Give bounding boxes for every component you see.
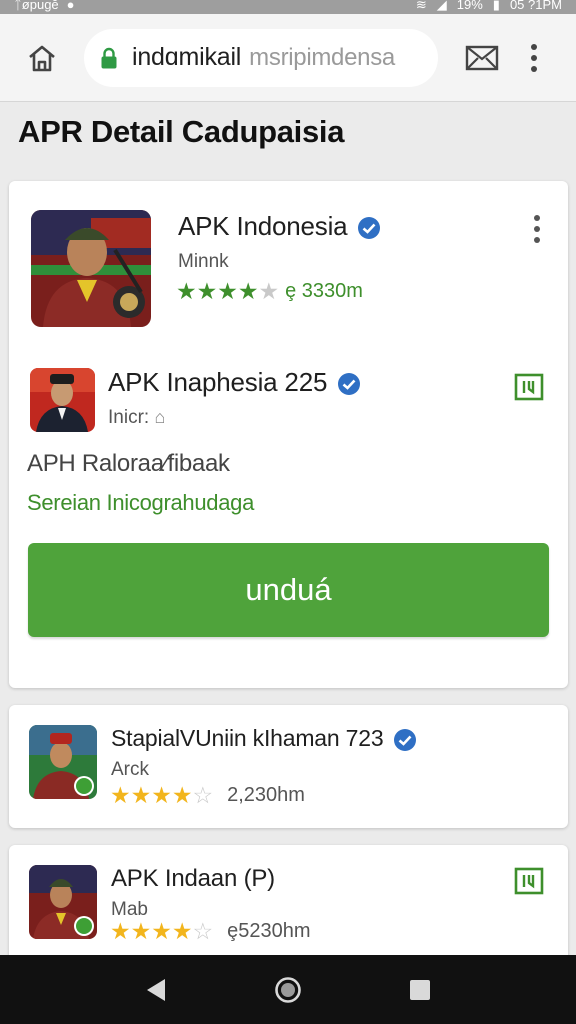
status-time: 05 ?1PM — [509, 0, 562, 12]
star-empty-icon: ☆ — [192, 782, 214, 808]
detail-app-sub-text: Inicr: — [108, 407, 150, 428]
list-app-count: ȩ5230hm — [227, 919, 311, 942]
app-tagline[interactable]: Sereian Inicograhudaga — [27, 490, 254, 516]
download-button[interactable]: unduá — [28, 543, 549, 637]
star-half-icon: ★ — [171, 918, 193, 944]
list-app-rating: ★ ★ ★ ★ ☆ ȩ5230hm — [110, 919, 311, 943]
star-icon: ★ — [130, 918, 152, 944]
browser-menu-button[interactable] — [524, 38, 544, 78]
battery-icon: ▮ — [492, 0, 500, 12]
star-empty-icon: ☆ — [192, 918, 214, 944]
star-icon: ★ — [171, 782, 193, 808]
nav-back-button[interactable] — [136, 970, 176, 1010]
verified-icon — [338, 373, 361, 396]
download-button-label: unduá — [245, 572, 332, 607]
overflow-menu-icon — [531, 43, 537, 72]
home-small-icon: ⌂ — [154, 407, 166, 427]
list-app-icon — [29, 725, 97, 799]
app-options-button[interactable] — [527, 211, 547, 247]
nav-recents-button[interactable] — [400, 970, 440, 1010]
app-portrait-image — [29, 865, 97, 939]
star-icon: ★ — [151, 918, 172, 944]
url-host: indɑmikail — [132, 43, 242, 71]
app-list-item[interactable]: StapialVUniin kIhaman 723 Arck ★ ★ ★ ★ ☆… — [9, 705, 568, 828]
bookmark-button[interactable] — [514, 866, 544, 896]
list-app-name-text: StapialVUniin kIhaman 723 — [111, 725, 384, 751]
lock-icon — [101, 47, 117, 68]
tabs-button[interactable] — [462, 38, 502, 78]
signal-icon: ◢ — [436, 0, 447, 12]
nav-home-button[interactable] — [268, 970, 308, 1010]
featured-app-developer: Minnk — [178, 251, 229, 272]
nav-home-icon — [275, 976, 301, 1003]
app-detail-card: APK Indonesia Minnk ★ ★ ★ ★ ★ ȩ 3330m AP… — [9, 181, 568, 688]
bookmark-icon — [514, 867, 544, 895]
star-icon: ★ — [130, 782, 152, 808]
battery-percent: 19% — [456, 0, 483, 12]
detail-app-sub: Inicr: ⌂ — [108, 407, 165, 429]
status-left-text: ᛏøpuɡĕ — [14, 0, 59, 12]
list-app-name: APK Indaan (P) — [111, 865, 275, 892]
verified-icon — [358, 217, 381, 240]
list-app-icon — [29, 865, 97, 939]
bookmark-icon — [514, 373, 544, 401]
notification-icon: ● — [66, 0, 75, 12]
list-app-rating: ★ ★ ★ ★ ☆ 2,230hm — [110, 783, 305, 807]
system-navigation-bar — [0, 955, 576, 1024]
url-path: msripimdensa — [249, 43, 395, 71]
overflow-menu-icon — [534, 215, 540, 243]
star-icon: ★ — [196, 278, 218, 304]
detail-app-name: APK Inaphesia 225 — [108, 367, 361, 398]
featured-review-count: ȩ 3330m — [285, 279, 363, 302]
status-bar: ᛏøpuɡĕ ● ≋ ◢ 19% ▮ 05 ?1PM — [0, 0, 576, 14]
star-icon: ★ — [217, 278, 238, 304]
star-icon: ★ — [151, 782, 172, 808]
page-title: APR Detail Cadupaisia — [18, 114, 345, 149]
browser-toolbar: indɑmikail msripimdensa — [0, 14, 576, 102]
wifi-icon: ≋ — [415, 0, 427, 12]
verified-icon — [394, 728, 417, 751]
featured-app-name-text: APK Indonesia — [178, 211, 348, 241]
list-app-name: StapialVUniin kIhaman 723 — [111, 725, 417, 752]
home-button[interactable] — [22, 38, 62, 78]
app-description: APH Raloraa⁄fibaak — [27, 450, 230, 477]
detail-app-name-text: APK Inaphesia 225 — [108, 367, 328, 397]
list-app-developer: Arck — [111, 759, 149, 780]
nav-back-icon — [147, 978, 165, 1001]
app-portrait-image — [30, 368, 95, 432]
featured-app-icon[interactable] — [31, 210, 151, 327]
star-half-icon: ★ — [258, 278, 280, 304]
address-bar[interactable]: indɑmikail msripimdensa — [84, 28, 438, 87]
tabs-icon — [465, 45, 499, 70]
detail-app-icon[interactable] — [30, 368, 95, 432]
list-app-count: 2,230hm — [227, 783, 305, 806]
bookmark-button[interactable] — [514, 372, 544, 402]
featured-app-name[interactable]: APK Indonesia — [178, 211, 381, 242]
star-icon: ★ — [237, 278, 259, 304]
star-icon: ★ — [176, 278, 197, 304]
nav-recents-icon — [410, 979, 430, 1000]
featured-app-rating: ★ ★ ★ ★ ★ ȩ 3330m — [176, 279, 363, 303]
star-icon: ★ — [110, 782, 131, 808]
app-portrait-image — [29, 725, 97, 799]
app-portrait-image — [31, 210, 151, 327]
home-icon — [29, 45, 55, 71]
star-icon: ★ — [110, 918, 131, 944]
